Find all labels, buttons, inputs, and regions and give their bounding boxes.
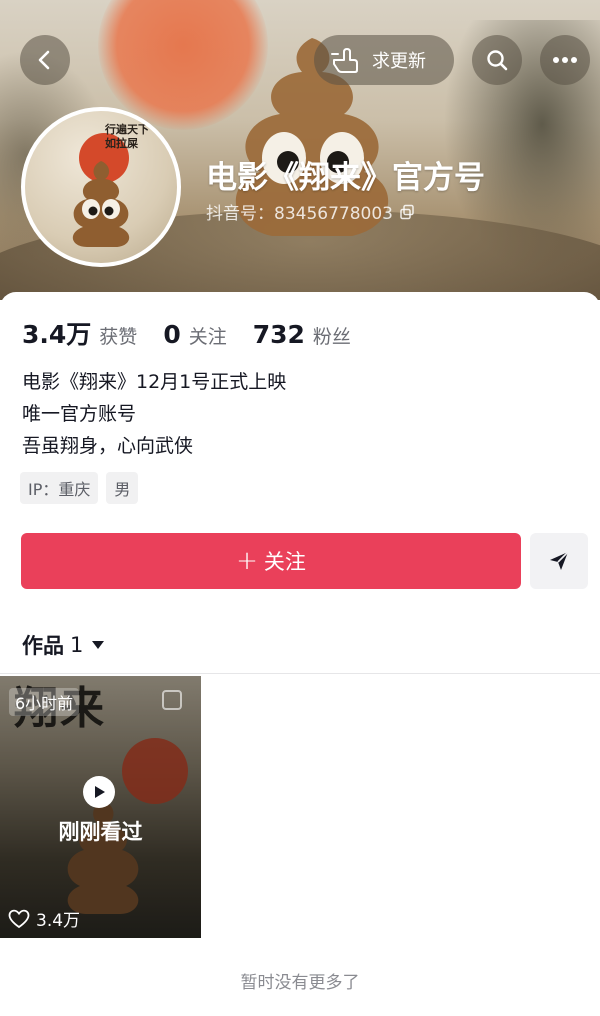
avatar-mascot bbox=[72, 161, 130, 247]
avatar[interactable]: 行遍天下 不如拉屎 bbox=[21, 107, 181, 267]
plus-icon: + bbox=[236, 546, 258, 576]
works-label: 作品 bbox=[22, 634, 64, 658]
bio-line: 电影《翔来》12月1号正式上映 bbox=[22, 371, 287, 393]
follow-button[interactable]: + 关注 bbox=[21, 533, 521, 589]
chevron-left-icon bbox=[38, 50, 50, 70]
no-more-text: 暂时没有更多了 bbox=[240, 973, 360, 993]
stats-row: 3.4万 获赞 0 关注 732 粉丝 bbox=[22, 315, 377, 351]
request-update-label: 求更新 bbox=[372, 51, 426, 72]
caret-down-icon bbox=[92, 641, 105, 649]
select-checkbox[interactable] bbox=[162, 690, 182, 710]
following-count[interactable]: 0 bbox=[163, 320, 180, 349]
request-update-button[interactable]: 求更新 bbox=[314, 35, 454, 85]
profile-tags: IP：重庆 男 bbox=[20, 472, 139, 504]
likes-label[interactable]: 获赞 bbox=[99, 322, 137, 349]
profile-name: 电影《翔来》官方号 bbox=[206, 160, 485, 196]
video-likes-count: 3.4万 bbox=[36, 911, 81, 931]
works-count: 1 bbox=[70, 633, 84, 657]
bio-line: 唯一官方账号 bbox=[22, 403, 137, 425]
back-button[interactable] bbox=[20, 35, 70, 85]
followers-count[interactable]: 732 bbox=[253, 320, 305, 349]
pointing-hand-icon bbox=[331, 48, 358, 73]
search-icon bbox=[487, 50, 508, 71]
time-badge: 6小时前 bbox=[9, 688, 80, 716]
gender-tag: 男 bbox=[106, 472, 139, 504]
avatar-calligraphy: 行遍天下 不如拉屎 bbox=[105, 123, 164, 150]
bio-line: 吾虽翔身，心向武侠 bbox=[22, 435, 194, 457]
video-likes: 3.4万 bbox=[8, 906, 80, 931]
video-thumbnail[interactable]: 翔来 6小时前 刚刚看过 3.4万 bbox=[0, 676, 201, 938]
follow-label: 关注 bbox=[263, 550, 306, 574]
likes-count[interactable]: 3.4万 bbox=[22, 315, 91, 351]
play-triangle-icon bbox=[95, 786, 105, 798]
send-icon bbox=[550, 551, 569, 570]
more-button[interactable] bbox=[540, 35, 590, 85]
profile-banner: 求更新 行遍天下 不如拉屎 电影《翔来》官方号 抖音号：83456778003 bbox=[0, 0, 600, 300]
search-button[interactable] bbox=[472, 35, 522, 85]
douyin-id[interactable]: 抖音号：83456778003 bbox=[206, 199, 415, 224]
copy-icon[interactable] bbox=[399, 204, 415, 220]
profile-card: 3.4万 获赞 0 关注 732 粉丝 电影《翔来》12月1号正式上映 唯一官方… bbox=[0, 292, 600, 1016]
following-label[interactable]: 关注 bbox=[189, 322, 227, 349]
tab-works[interactable]: 作品 1 bbox=[22, 630, 105, 660]
bio: 电影《翔来》12月1号正式上映 唯一官方账号 吾虽翔身，心向武侠 bbox=[22, 366, 286, 462]
recently-watched-label: 刚刚看过 bbox=[58, 820, 143, 844]
play-icon bbox=[83, 776, 115, 808]
douyin-id-text: 抖音号：83456778003 bbox=[206, 204, 393, 224]
more-dots-icon bbox=[553, 57, 577, 63]
share-button[interactable] bbox=[530, 533, 588, 589]
followers-label[interactable]: 粉丝 bbox=[313, 322, 351, 349]
heart-icon bbox=[8, 909, 30, 928]
ip-location-tag: IP：重庆 bbox=[20, 472, 99, 504]
tab-divider bbox=[0, 673, 600, 674]
